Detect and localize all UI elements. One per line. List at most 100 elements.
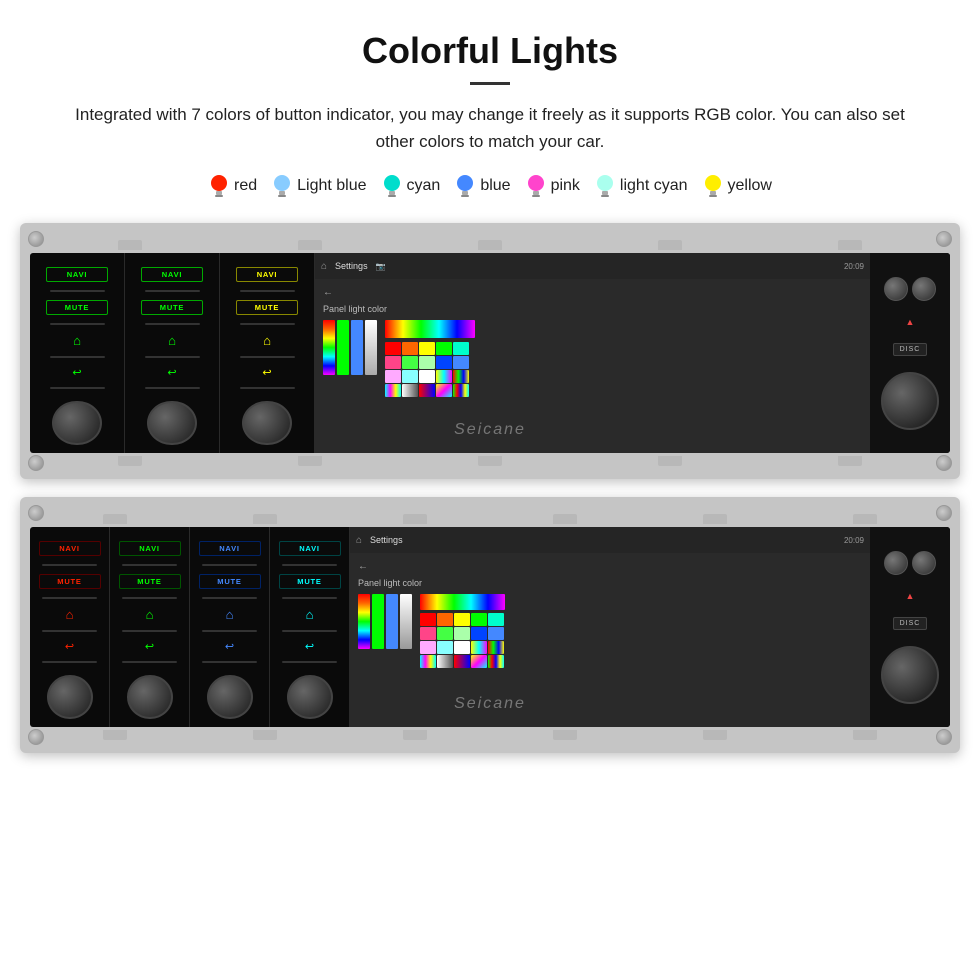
- knob-bot-1[interactable]: [47, 675, 93, 719]
- navi-bot-3[interactable]: NAVI: [199, 541, 261, 556]
- line-1: [50, 290, 105, 292]
- mute-btn-2[interactable]: MUTE: [141, 300, 203, 315]
- big-knob-bot[interactable]: [881, 646, 939, 704]
- top-brackets: [30, 237, 950, 253]
- navi-bot-1[interactable]: NAVI: [39, 541, 101, 556]
- color-grid-section-bot: [420, 594, 505, 668]
- gc-3: [419, 342, 435, 355]
- panel-col-1: NAVI MUTE ⌂ ↩: [30, 253, 125, 453]
- eject-icon-top[interactable]: ▲: [906, 317, 915, 327]
- knob-3[interactable]: [242, 401, 292, 446]
- gc-6: [385, 356, 401, 369]
- panel-col-bot-1: NAVI MUTE ⌂ ↩: [30, 527, 110, 727]
- back-icon-3: ↩: [262, 366, 271, 379]
- navi-bot-2[interactable]: NAVI: [119, 541, 181, 556]
- bottom-screen-col: ⌂ Settings 20:09 ← Panel light color: [350, 527, 870, 727]
- eject-icon-bot[interactable]: ▲: [906, 591, 915, 601]
- strip-red: [323, 320, 335, 375]
- bbb2: [253, 730, 277, 740]
- mini-dial-bot-2[interactable]: [912, 551, 936, 575]
- bgc-7: [437, 627, 453, 640]
- bbb6: [853, 730, 877, 740]
- line-5: [145, 290, 200, 292]
- bl-5: [122, 564, 177, 566]
- gc-8: [419, 356, 435, 369]
- rainbow-strip: [385, 320, 475, 338]
- navi-btn-2[interactable]: NAVI: [141, 267, 203, 282]
- bl-13: [282, 564, 337, 566]
- gc-18: [419, 384, 435, 397]
- bl-7: [122, 630, 177, 632]
- yellow-bulb-icon: [702, 173, 724, 199]
- knob-bot-4[interactable]: [287, 675, 333, 719]
- gc-20: [453, 384, 469, 397]
- top-device-inner: NAVI MUTE ⌂ ↩ NAVI MUTE ⌂ ↩: [30, 253, 950, 453]
- mute-bot-3[interactable]: MUTE: [199, 574, 261, 589]
- top-device-frame: NAVI MUTE ⌂ ↩ NAVI MUTE ⌂ ↩: [20, 223, 960, 479]
- mini-dial-2[interactable]: [912, 277, 936, 301]
- navi-bot-4[interactable]: NAVI: [279, 541, 341, 556]
- bracket-5: [838, 240, 862, 250]
- home-icon-2: ⌂: [168, 333, 176, 348]
- bgc-14: [471, 641, 487, 654]
- time-bot: 20:09: [844, 536, 864, 545]
- mute-bot-2[interactable]: MUTE: [119, 574, 181, 589]
- bl-14: [282, 597, 337, 599]
- time-display: 20:09: [844, 262, 864, 271]
- color-item-red: red: [208, 173, 257, 199]
- bgc-13: [454, 641, 470, 654]
- mini-dial-1[interactable]: [884, 277, 908, 301]
- top-screen-col: ⌂ Settings 📷 20:09 ← Panel light color: [315, 253, 870, 453]
- home-bot-2: ⌂: [146, 607, 154, 622]
- mute-bot-4[interactable]: MUTE: [279, 574, 341, 589]
- panel-col-3: NAVI MUTE ⌂ ↩: [220, 253, 315, 453]
- page-title: Colorful Lights: [20, 30, 960, 72]
- yellow-label: yellow: [728, 177, 772, 195]
- bracket-4: [658, 240, 682, 250]
- navi-btn-1[interactable]: NAVI: [46, 267, 108, 282]
- bgc-8: [454, 627, 470, 640]
- line-9: [240, 290, 295, 292]
- knob-bot-2[interactable]: [127, 675, 173, 719]
- light-blue-label: Light blue: [297, 177, 366, 195]
- disc-btn-bot[interactable]: DISC: [893, 617, 928, 630]
- disc-btn-top[interactable]: DISC: [893, 343, 928, 356]
- bbb3: [403, 730, 427, 740]
- gc-10: [453, 356, 469, 369]
- mini-dials-bot: [884, 551, 936, 575]
- top-screen-bar: ⌂ Settings 📷 20:09: [315, 253, 870, 279]
- gc-13: [419, 370, 435, 383]
- back-bot-4: ↩: [305, 640, 314, 653]
- blue-bulb-icon: [454, 173, 476, 199]
- line-2: [50, 323, 105, 325]
- gc-5: [453, 342, 469, 355]
- panel-col-2: NAVI MUTE ⌂ ↩: [125, 253, 220, 453]
- mute-btn-3[interactable]: MUTE: [236, 300, 298, 315]
- bot-bracket-2: [298, 456, 322, 466]
- knob-bot-3[interactable]: [207, 675, 253, 719]
- vert-strips-top: [323, 320, 377, 375]
- bgc-12: [437, 641, 453, 654]
- home-icon-3: ⌂: [263, 333, 271, 348]
- mini-dial-bot-1[interactable]: [884, 551, 908, 575]
- back-bot-3: ↩: [225, 640, 234, 653]
- mute-btn-1[interactable]: MUTE: [46, 300, 108, 315]
- bot-bracket-4: [658, 456, 682, 466]
- top-brackets-bot: [30, 511, 950, 527]
- bl-10: [202, 597, 257, 599]
- light-cyan-label: light cyan: [620, 177, 688, 195]
- color-row: red Light blue cyan blue: [20, 173, 960, 199]
- navi-btn-3[interactable]: NAVI: [236, 267, 298, 282]
- home-icon-bot: ⌂: [356, 535, 362, 546]
- bbb5: [703, 730, 727, 740]
- big-knob-top[interactable]: [881, 372, 939, 430]
- bl-4: [42, 661, 97, 663]
- pink-label: pink: [551, 177, 580, 195]
- color-grid-top: [385, 342, 475, 397]
- mute-bot-1[interactable]: MUTE: [39, 574, 101, 589]
- line-10: [240, 323, 295, 325]
- vert-strips-bot: [358, 594, 412, 649]
- knob-1[interactable]: [52, 401, 102, 446]
- knob-2[interactable]: [147, 401, 197, 446]
- home-screen-icon: ⌂: [321, 261, 327, 272]
